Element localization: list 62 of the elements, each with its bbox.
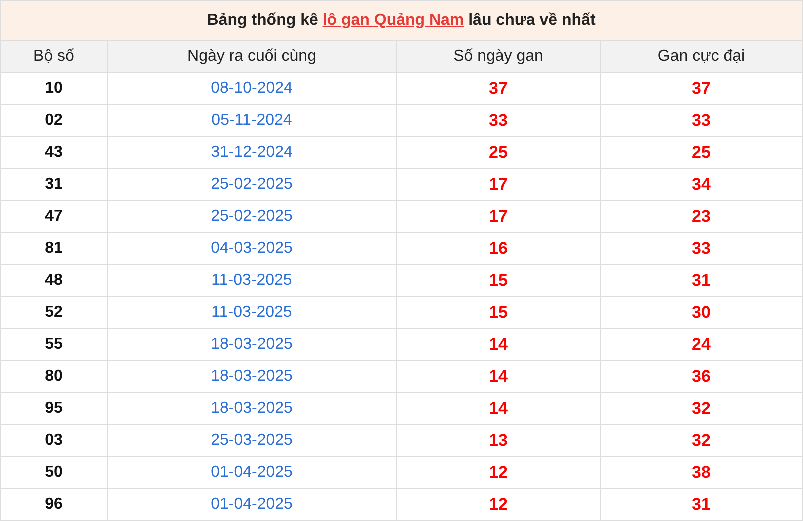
days-cell: 14 (396, 360, 600, 392)
date-cell: 01-04-2025 (108, 456, 396, 488)
date-cell: 18-03-2025 (108, 328, 396, 360)
date-cell: 25-02-2025 (108, 200, 396, 232)
max-days-cell: 25 (600, 136, 803, 168)
column-header: Bộ số (0, 40, 108, 72)
date-cell: 18-03-2025 (108, 360, 396, 392)
number-cell: 55 (0, 328, 108, 360)
date-cell: 05-11-2024 (108, 104, 396, 136)
days-cell: 12 (396, 456, 600, 488)
days-cell: 15 (396, 296, 600, 328)
column-header: Ngày ra cuối cùng (108, 40, 396, 72)
max-days-cell: 32 (600, 424, 803, 456)
max-days-cell: 31 (600, 264, 803, 296)
days-cell: 15 (396, 264, 600, 296)
max-days-cell: 24 (600, 328, 803, 360)
days-cell: 14 (396, 328, 600, 360)
days-cell: 16 (396, 232, 600, 264)
number-cell: 52 (0, 296, 108, 328)
days-cell: 17 (396, 200, 600, 232)
date-cell: 11-03-2025 (108, 296, 396, 328)
max-days-cell: 34 (600, 168, 803, 200)
date-cell: 08-10-2024 (108, 72, 396, 104)
number-cell: 50 (0, 456, 108, 488)
max-days-cell: 33 (600, 104, 803, 136)
days-cell: 25 (396, 136, 600, 168)
date-cell: 25-02-2025 (108, 168, 396, 200)
date-cell: 31-12-2024 (108, 136, 396, 168)
days-cell: 13 (396, 424, 600, 456)
date-cell: 11-03-2025 (108, 264, 396, 296)
max-days-cell: 38 (600, 456, 803, 488)
date-cell: 18-03-2025 (108, 392, 396, 424)
number-cell: 48 (0, 264, 108, 296)
days-cell: 12 (396, 488, 600, 520)
number-cell: 81 (0, 232, 108, 264)
number-cell: 03 (0, 424, 108, 456)
number-cell: 43 (0, 136, 108, 168)
max-days-cell: 31 (600, 488, 803, 520)
date-cell: 04-03-2025 (108, 232, 396, 264)
days-cell: 33 (396, 104, 600, 136)
days-cell: 37 (396, 72, 600, 104)
max-days-cell: 36 (600, 360, 803, 392)
number-cell: 96 (0, 488, 108, 520)
table-title: Bảng thống kê lô gan Quảng Nam lâu chưa về nhất (0, 0, 803, 40)
max-days-cell: 32 (600, 392, 803, 424)
number-cell: 95 (0, 392, 108, 424)
max-days-cell: 23 (600, 200, 803, 232)
number-cell: 10 (0, 72, 108, 104)
column-header: Số ngày gan (396, 40, 600, 72)
number-cell: 31 (0, 168, 108, 200)
title-link[interactable]: lô gan Quảng Nam (322, 12, 464, 28)
date-cell: 01-04-2025 (108, 488, 396, 520)
days-cell: 14 (396, 392, 600, 424)
max-days-cell: 30 (600, 296, 803, 328)
number-cell: 47 (0, 200, 108, 232)
column-header: Gan cực đại (600, 40, 803, 72)
number-cell: 02 (0, 104, 108, 136)
max-days-cell: 37 (600, 72, 803, 104)
max-days-cell: 33 (600, 232, 803, 264)
date-cell: 25-03-2025 (108, 424, 396, 456)
days-cell: 17 (396, 168, 600, 200)
number-cell: 80 (0, 360, 108, 392)
